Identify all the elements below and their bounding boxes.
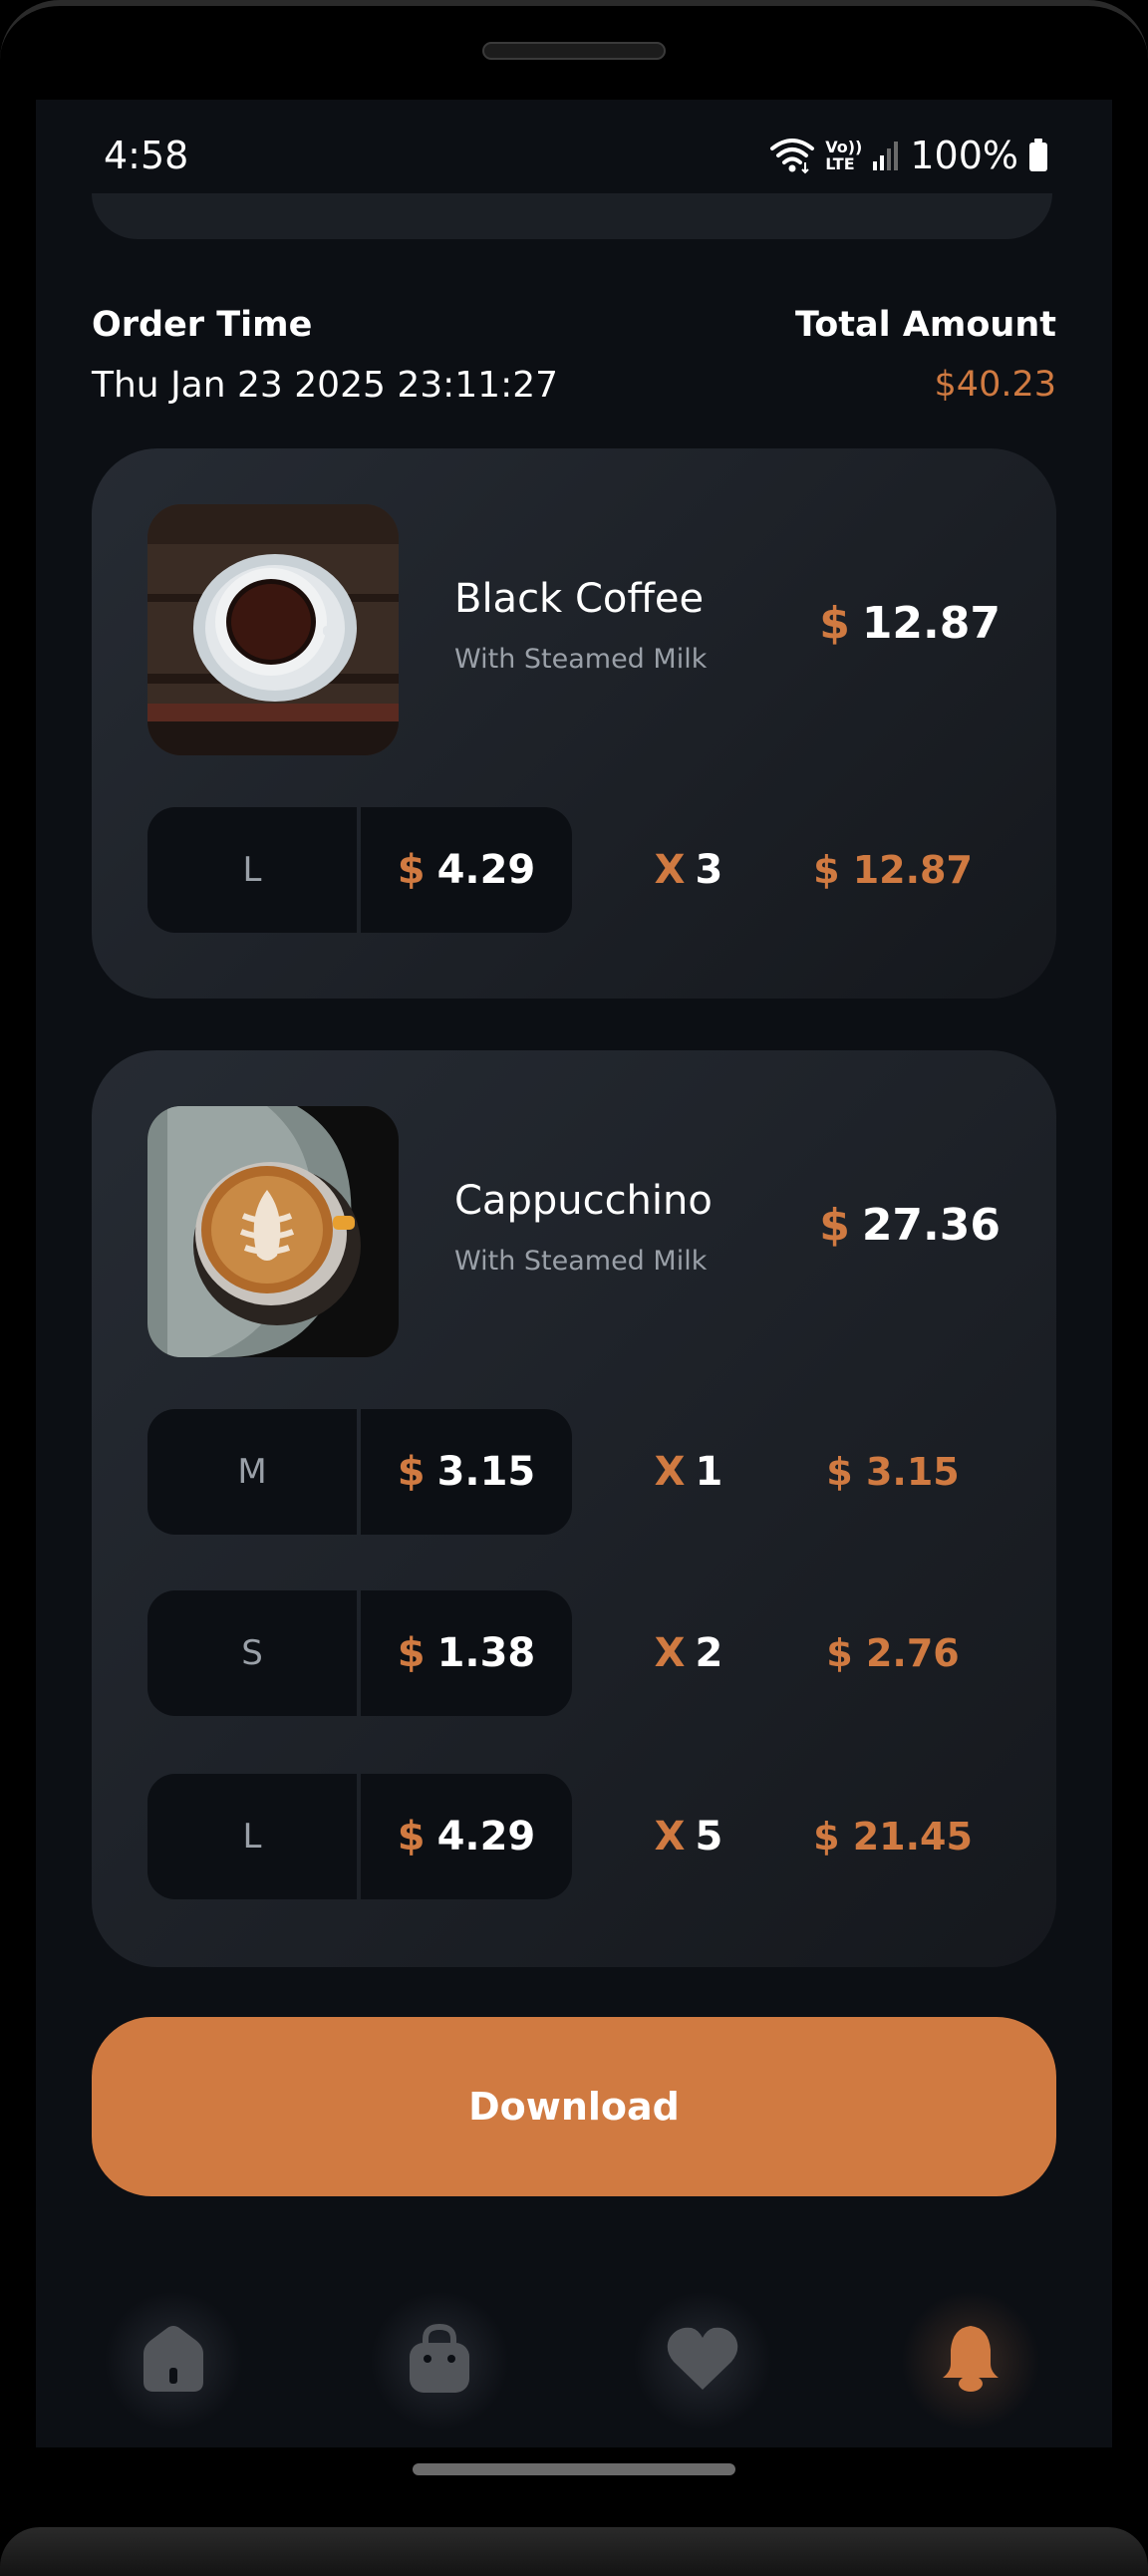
multiply-symbol: X [654,1814,686,1860]
wifi-icon [769,137,815,174]
quantity-value: 2 [695,1630,723,1676]
product-total-price: $12.87 [819,598,1001,649]
order-time-value: Thu Jan 23 2025 23:11:27 [92,365,558,406]
volte-label: Vo)) [825,138,863,156]
phone-frame: 4:58 Vo)) LTE 100% Order Time Thu Jan 23… [0,0,1148,2576]
size-row: L $4.29 X5 $ 21.45 [147,1774,1056,1899]
nav-home[interactable] [104,2291,243,2431]
home-icon [138,2324,209,2398]
signal-icon [872,140,900,171]
unit-price-value: 4.29 [436,1814,536,1860]
quantity-value: 1 [695,1449,723,1495]
size-label: L [147,807,357,933]
currency-symbol: $ [397,1630,426,1676]
total-amount-label: Total Amount [795,305,1056,345]
order-item-card: Black Coffee With Steamed Milk $12.87 L … [92,448,1056,999]
lte-label: LTE [825,154,855,173]
device-bottom-bezel [0,2527,1148,2576]
home-indicator[interactable] [413,2463,735,2475]
volte-lte-indicator: Vo)) LTE [825,139,862,172]
size-label: S [147,1590,357,1716]
size-label: M [147,1409,357,1535]
multiply-symbol: X [654,1630,686,1676]
currency-symbol: $ [397,1814,426,1860]
multiply-symbol: X [654,1449,686,1495]
line-total: $ 3.15 [826,1450,960,1494]
heart-icon [666,2326,739,2396]
previous-card-edge [92,193,1052,239]
quantity-value: 3 [695,847,723,893]
size-row: M $3.15 X1 $ 3.15 [147,1409,1056,1535]
size-row: L $4.29 X3 $ 12.87 [147,807,1056,933]
line-total: $ 2.76 [826,1631,960,1675]
product-price-value: 27.36 [861,1200,1001,1251]
order-item-card: Cappucchino With Steamed Milk $27.36 M $… [92,1050,1056,1967]
currency-symbol: $ [397,1449,426,1495]
battery-percentage: 100% [910,134,1018,177]
size-row: S $1.38 X2 $ 2.76 [147,1590,1056,1716]
order-time-label: Order Time [92,305,313,345]
product-price-value: 12.87 [861,598,1001,649]
status-icons: Vo)) LTE 100% [769,134,1048,177]
multiply-symbol: X [654,847,686,893]
status-time: 4:58 [104,134,189,177]
nav-favorites[interactable] [633,2291,772,2431]
nav-cart[interactable] [370,2291,509,2431]
quantity: X1 [614,1409,763,1535]
earpiece-speaker [482,42,666,60]
total-amount-value: $40.23 [934,365,1056,405]
nav-notifications[interactable] [901,2291,1040,2431]
product-subtitle: With Steamed Milk [454,644,708,675]
line-total: $ 12.87 [813,848,973,892]
product-subtitle: With Steamed Milk [454,1246,708,1277]
quantity: X2 [614,1590,763,1716]
quantity: X5 [614,1774,763,1899]
currency-symbol: $ [819,1200,850,1251]
bottom-navigation [36,2291,1112,2441]
app-screen: 4:58 Vo)) LTE 100% Order Time Thu Jan 23… [36,100,1112,2447]
cappuccino-image [147,1106,399,1357]
unit-price: $3.15 [361,1409,572,1535]
unit-price-value: 1.38 [436,1630,536,1676]
bag-icon [406,2323,473,2399]
unit-price-value: 3.15 [436,1449,536,1495]
status-bar: 4:58 Vo)) LTE 100% [36,100,1112,199]
unit-price: $4.29 [361,1774,572,1899]
bell-icon [941,2322,1001,2400]
battery-icon [1028,139,1048,172]
unit-price-value: 4.29 [436,847,536,893]
product-name: Cappucchino [454,1178,713,1224]
unit-price: $1.38 [361,1590,572,1716]
line-total: $ 21.45 [813,1815,973,1859]
quantity-value: 5 [695,1814,723,1860]
unit-price: $4.29 [361,807,572,933]
currency-symbol: $ [819,598,850,649]
product-total-price: $27.36 [819,1200,1001,1251]
size-label: L [147,1774,357,1899]
download-button[interactable]: Download [92,2017,1056,2196]
black-coffee-image [147,504,399,755]
quantity: X3 [614,807,763,933]
currency-symbol: $ [397,847,426,893]
product-name: Black Coffee [454,576,705,622]
